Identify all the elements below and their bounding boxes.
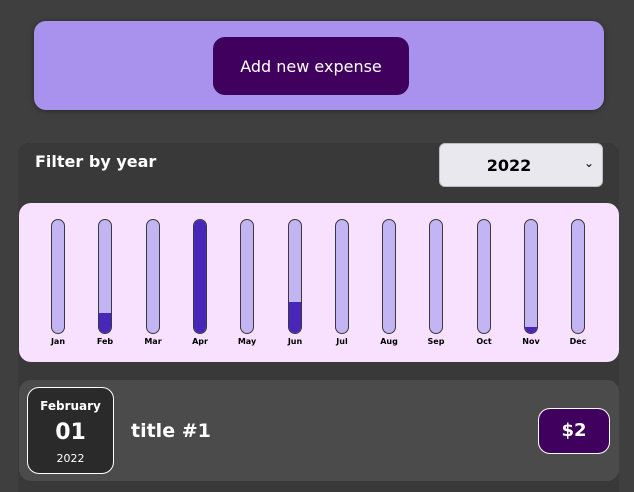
chart-bar-track: [240, 219, 254, 334]
expense-amount: $2: [538, 408, 610, 454]
chart-bar-mar: [146, 219, 160, 334]
chart-bar-label: Dec: [569, 337, 587, 346]
expense-date-day: 01: [55, 420, 86, 445]
chart-bar-label: Nov: [522, 337, 540, 346]
chart-bar-apr: [193, 219, 207, 334]
chart-bar-track: [524, 219, 538, 334]
chart-bar-label: Feb: [96, 337, 114, 346]
chart-bar-label: Jul: [336, 337, 348, 346]
chart-bar-jul: [335, 219, 349, 334]
chart-bar-label: Jun: [287, 337, 303, 346]
add-new-expense-button[interactable]: Add new expense: [213, 37, 409, 95]
chart-bar-fill: [289, 302, 301, 333]
chart-bar-may: [240, 219, 254, 334]
chart-bar-label: Mar: [144, 337, 162, 346]
expenses-chart: Jan Feb Mar Apr May Jun Jul Aug Sep Oct Nov Dec: [19, 203, 619, 362]
chart-bar-dec: [571, 219, 585, 334]
chart-bar-jun: [288, 219, 302, 334]
chart-bar-nov: [524, 219, 538, 334]
chart-bar-sep: [429, 219, 443, 334]
chart-bar-label: Jan: [50, 337, 66, 346]
chart-bar-track: [51, 219, 65, 334]
chart-bar-track: [429, 219, 443, 334]
chart-bar-fill: [525, 327, 537, 333]
chart-bar-label: May: [237, 337, 257, 346]
new-expense-panel: Add new expense: [34, 21, 604, 110]
chart-bar-jan: [51, 219, 65, 334]
chart-bar-feb: [98, 219, 112, 334]
chart-bar-aug: [382, 219, 396, 334]
chart-bar-track: [335, 219, 349, 334]
expense-item: February 01 2022 title #1 $2: [19, 380, 619, 481]
chart-bar-label: Apr: [192, 337, 208, 346]
expense-date-year: 2022: [56, 452, 85, 465]
chart-bar-label: Oct: [476, 337, 492, 346]
expenses-card: Filter by year 2022 ⌄ Jan Feb Mar Apr May Jun…: [18, 143, 619, 492]
year-select-value: 2022: [486, 156, 532, 175]
expense-date-month: February: [40, 399, 101, 413]
chart-bar-oct: [477, 219, 491, 334]
chart-bar-label: Aug: [380, 337, 398, 346]
chart-bar-track: [571, 219, 585, 334]
chart-bar-fill: [194, 220, 206, 333]
chart-bar-track: [98, 219, 112, 334]
chart-bar-label: Sep: [427, 337, 445, 346]
chart-bar-track: [288, 219, 302, 334]
expenses-panel: Filter by year 2022 ⌄ Jan Feb Mar Apr May Jun…: [18, 143, 619, 492]
expense-title: title #1: [131, 420, 211, 442]
chart-bar-track: [146, 219, 160, 334]
filter-label: Filter by year: [35, 152, 157, 171]
chart-bar-track: [477, 219, 491, 334]
year-select[interactable]: 2022 ⌄: [439, 143, 603, 187]
chart-bar-track: [193, 219, 207, 334]
chart-bar-fill: [99, 313, 111, 333]
expense-date: February 01 2022: [27, 387, 114, 474]
chevron-down-icon: ⌄: [583, 156, 594, 170]
chart-bar-track: [382, 219, 396, 334]
